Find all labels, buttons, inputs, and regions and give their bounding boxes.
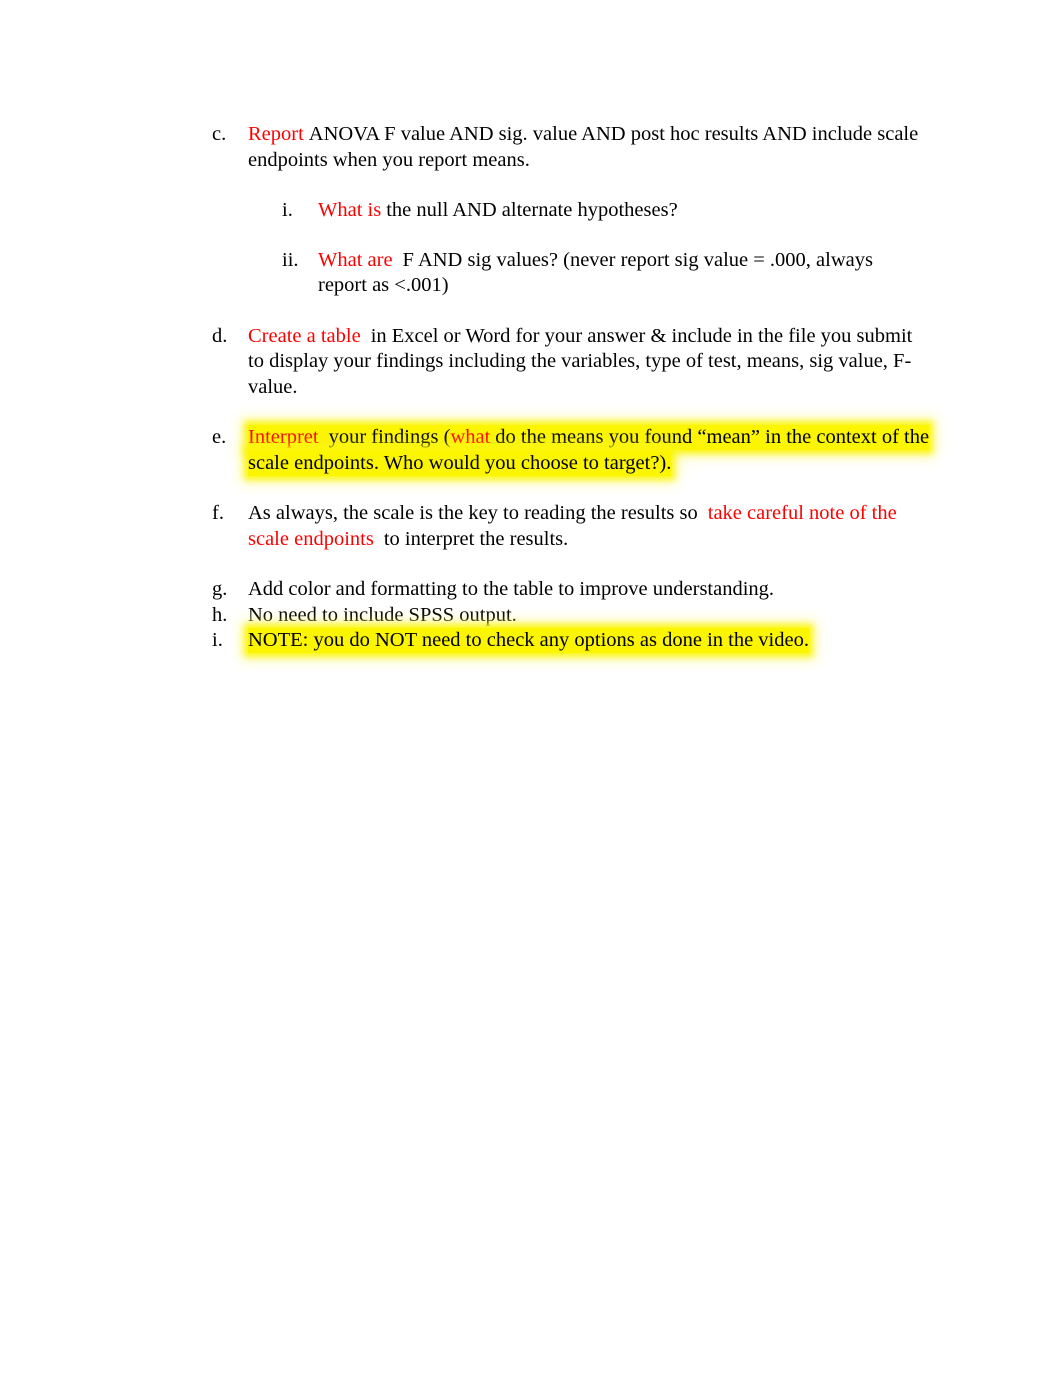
outline-item-e-inline-red: what	[450, 426, 491, 448]
outline-item-c-text: Report ANOVA F value AND sig. value AND p…	[248, 122, 932, 173]
outline-item-d-text: Create a table in Excel or Word for your …	[248, 324, 932, 401]
outline-item-c-ii: ii. What are F AND sig values? (never rep…	[282, 248, 922, 299]
outline-item-c-i-body: the null AND alternate hypotheses?	[386, 199, 678, 221]
document-page: c. Report ANOVA F value AND sig. value AN…	[0, 0, 1062, 1376]
list-marker-c-i: i.	[282, 199, 293, 221]
outline-item-f-body-after: to interpret the results.	[383, 527, 569, 550]
outline-item-c-body: ANOVA F value AND sig. value AND post ho…	[248, 123, 919, 171]
outline-list: c. Report ANOVA F value AND sig. value AN…	[212, 122, 932, 654]
outline-item-e-text: Interpret your findings (what do the means…	[248, 425, 932, 476]
outline-item-i: i. NOTE: you do NOT need to check any op…	[212, 628, 932, 654]
outline-item-d-lead: Create a table	[248, 324, 361, 347]
outline-item-g-text: Add color and formatting to the table to…	[248, 578, 775, 600]
outline-item-c-i-lead: What is	[318, 199, 382, 221]
outline-item-g: g. Add color and formatting to the table…	[212, 577, 932, 603]
highlight-mark-e: Interpret your findings (what do the means…	[248, 425, 930, 476]
outline-item-d: d. Create a table in Excel or Word for yo…	[212, 324, 932, 401]
list-marker-i: i.	[212, 629, 223, 651]
outline-item-f-body-before: As always, the scale is the key to readi…	[248, 502, 698, 524]
outline-item-c-i-text: What is the null AND alternate hypotheses…	[318, 198, 922, 224]
outline-item-h: h. No need to include SPSS output.	[212, 603, 932, 629]
outline-item-e-body-before: your findings (	[328, 426, 451, 448]
outline-item-c: c. Report ANOVA F value AND sig. value AN…	[212, 122, 932, 173]
outline-item-i-text: NOTE: you do NOT need to check any optio…	[248, 628, 932, 654]
list-marker-c-ii: ii.	[282, 248, 299, 271]
outline-item-e: e. Interpret your findings (what do the me…	[212, 425, 932, 476]
outline-item-c-ii-text: What are F AND sig values? (never report …	[318, 248, 922, 299]
outline-item-c-i: i. What is the null AND alternate hypothe…	[282, 198, 922, 224]
outline-item-f: f. As always, the scale is the key to re…	[212, 501, 932, 552]
list-marker-e: e.	[212, 426, 227, 448]
list-marker-h: h.	[212, 603, 228, 626]
outline-item-f-text: As always, the scale is the key to readi…	[248, 501, 932, 552]
outline-item-h-text: No need to include SPSS output.	[248, 603, 517, 626]
outline-item-e-lead: Interpret	[248, 426, 319, 448]
list-marker-c: c.	[212, 123, 227, 145]
list-marker-f: f.	[212, 502, 224, 524]
outline-item-c-ii-lead: What are	[318, 248, 393, 271]
outline-item-c-ii-body: F AND sig values? (never report sig valu…	[318, 248, 873, 297]
list-marker-g: g.	[212, 578, 228, 600]
outline-item-c-lead: Report	[248, 123, 304, 145]
list-marker-d: d.	[212, 324, 228, 347]
highlight-mark-i: NOTE: you do NOT need to check any optio…	[248, 628, 809, 653]
outline-sublist-c: i. What is the null AND alternate hypothe…	[282, 198, 922, 299]
